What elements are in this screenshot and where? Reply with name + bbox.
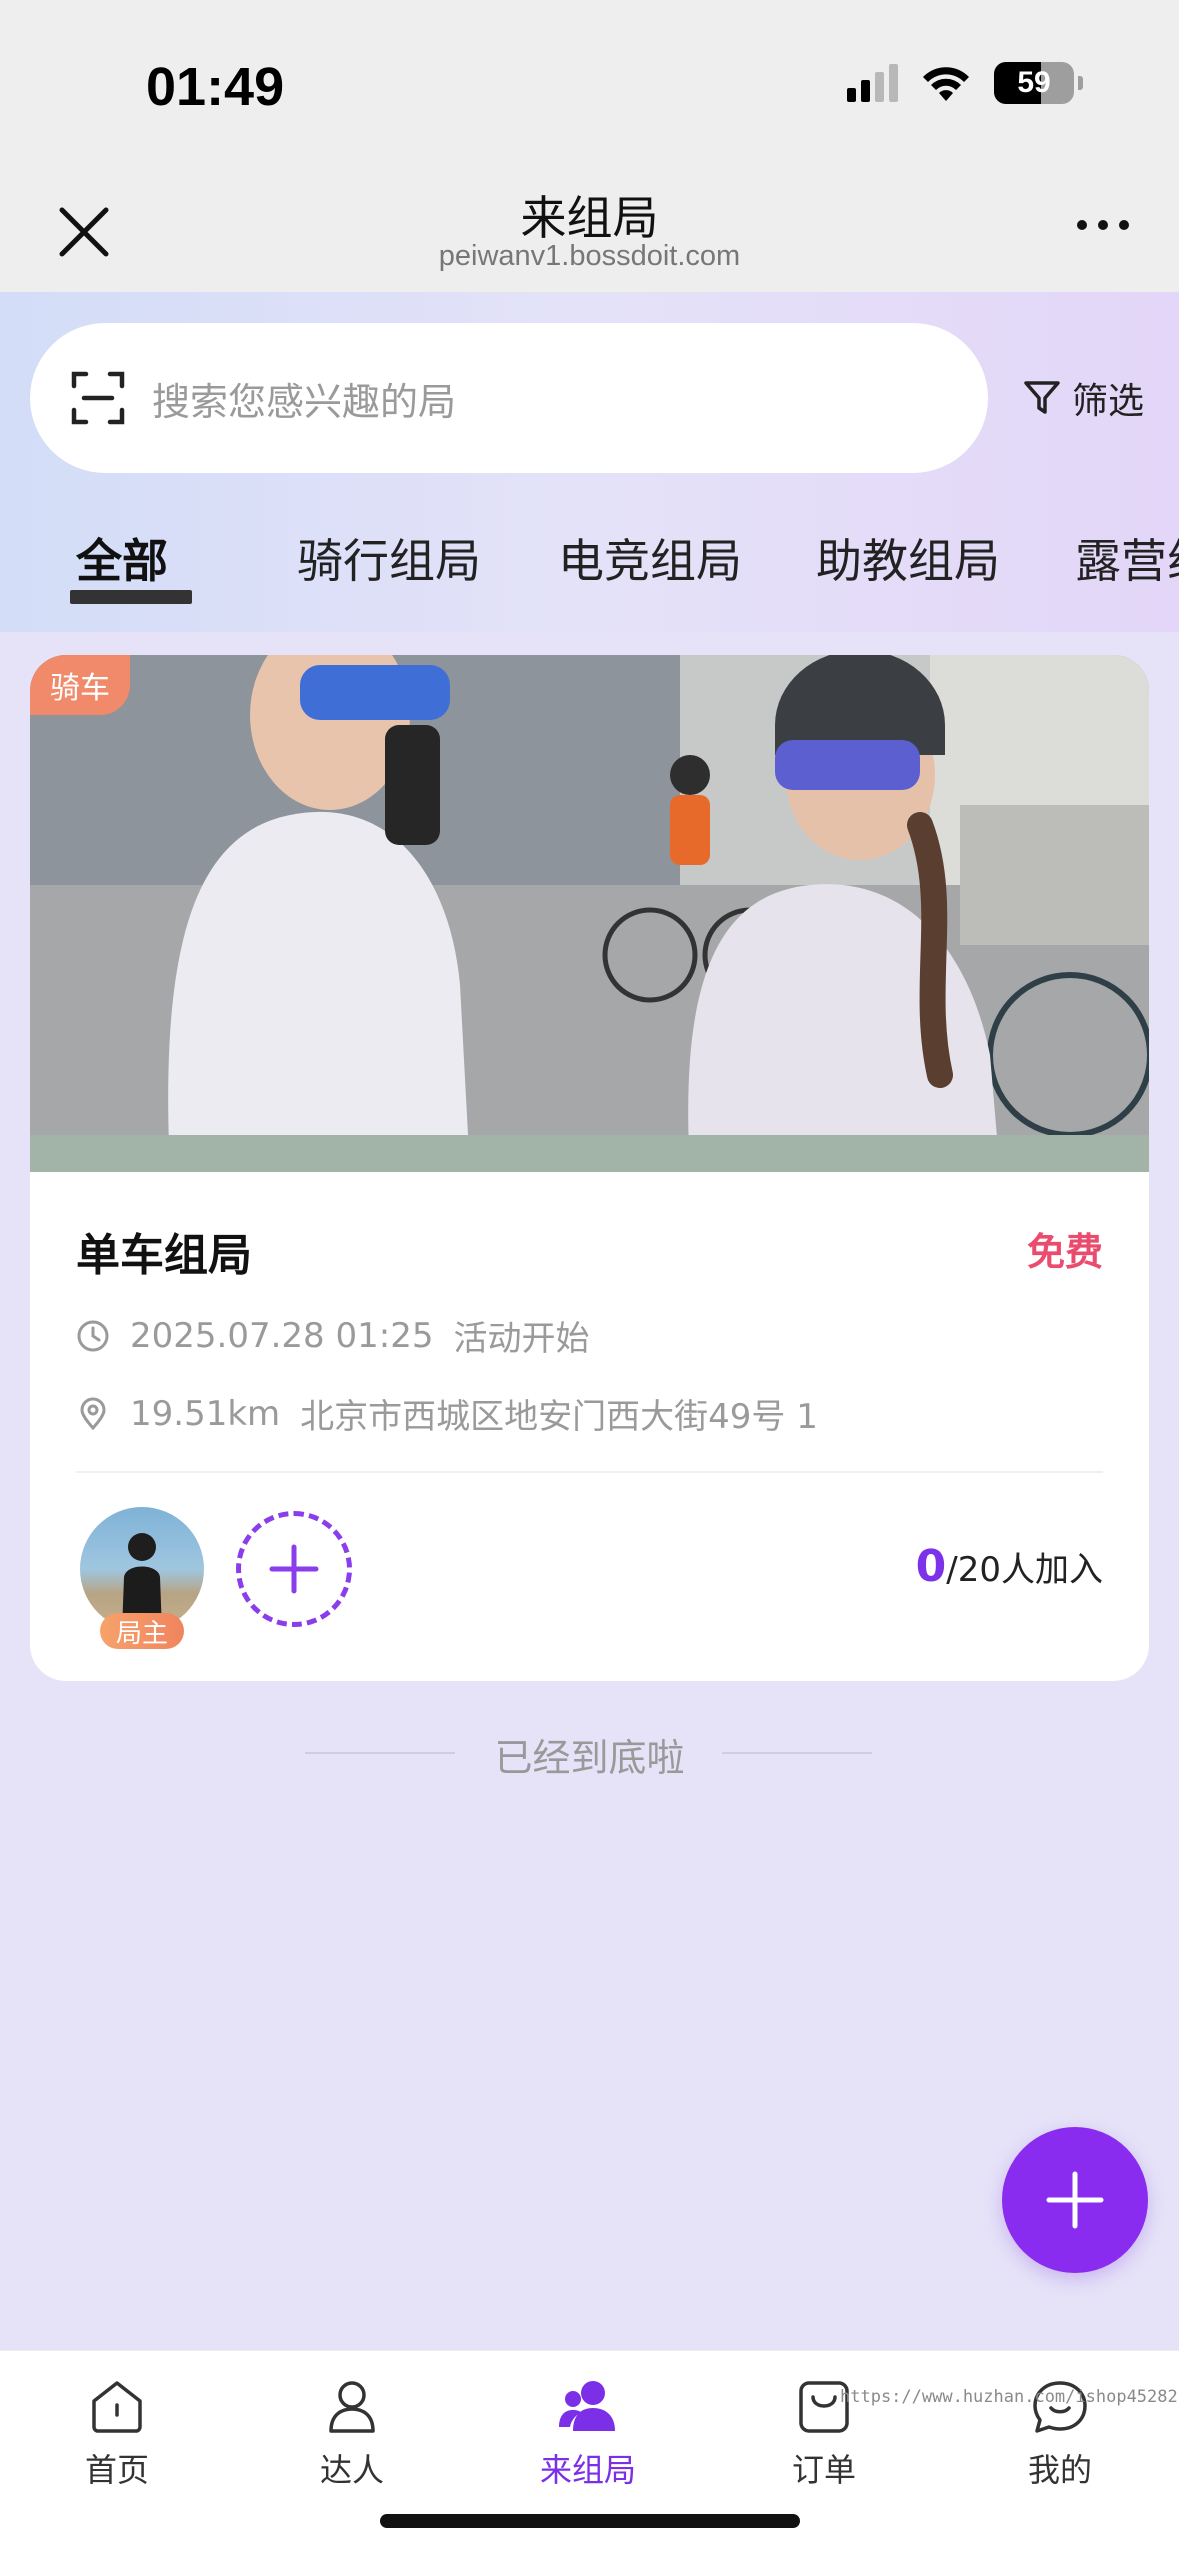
page-url: peiwanv1.bossdoit.com bbox=[438, 240, 741, 272]
joined-count: 0 bbox=[915, 1541, 947, 1592]
nav-label-experts: 达人 bbox=[319, 2451, 384, 2489]
join-button[interactable] bbox=[236, 1511, 352, 1627]
activity-time-suffix: 活动开始 bbox=[453, 1319, 590, 1359]
activity-address: 北京市西城区地安门西大街49号 1 bbox=[300, 1397, 818, 1437]
filter-icon bbox=[1024, 381, 1060, 414]
person-icon bbox=[329, 2381, 375, 2433]
create-activity-button[interactable] bbox=[1002, 2127, 1148, 2273]
activity-time: 2025.07.28 01:25 bbox=[130, 1315, 434, 1356]
plus-icon bbox=[1046, 2171, 1104, 2229]
activity-location-row: 19.51km 北京市西城区地安门西大街49号 1 bbox=[76, 1389, 818, 1438]
divider bbox=[76, 1471, 1103, 1473]
capacity-text: /20人加入 bbox=[946, 1550, 1103, 1590]
location-pin-icon bbox=[80, 1397, 106, 1430]
status-bar: 01:49 59 bbox=[0, 0, 1179, 170]
watermark: https://www.huzhan.com/ishop45282 bbox=[840, 2387, 1178, 2407]
status-time: 01:49 bbox=[146, 57, 285, 117]
tab-coaching[interactable]: 助教组局 bbox=[816, 525, 1000, 591]
nav-label-group: 来组局 bbox=[539, 2451, 636, 2489]
search-placeholder: 搜索您感兴趣的局 bbox=[152, 379, 457, 424]
activity-card[interactable]: 骑车 单车组局 免费 2025.07.28 01:25 活动开始 19.51km… bbox=[30, 655, 1149, 1681]
page-title: 来组局 bbox=[520, 191, 659, 245]
nav-item-home[interactable]: 首页 bbox=[37, 2375, 197, 2491]
nav-bar: 来组局 peiwanv1.bossdoit.com bbox=[0, 170, 1179, 292]
activity-title: 单车组局 bbox=[76, 1230, 252, 1281]
price-label: 免费 bbox=[1026, 1230, 1103, 1274]
group-icon bbox=[559, 2381, 615, 2431]
tab-camping[interactable]: 露营组局 bbox=[1075, 525, 1179, 591]
wifi-icon bbox=[923, 67, 969, 101]
search-input[interactable]: 搜索您感兴趣的局 bbox=[30, 323, 988, 473]
more-dot-icon bbox=[1077, 220, 1087, 230]
tab-esports[interactable]: 电竞组局 bbox=[558, 525, 742, 591]
more-dot-icon bbox=[1098, 220, 1108, 230]
clock-icon bbox=[77, 1320, 109, 1351]
home-icon bbox=[92, 2381, 142, 2433]
status-icons: 59 bbox=[847, 62, 1083, 104]
filter-label: 筛选 bbox=[1072, 381, 1145, 422]
home-indicator[interactable] bbox=[380, 2514, 800, 2528]
activity-photo: 骑车 bbox=[30, 655, 1149, 1172]
plus-icon bbox=[269, 1544, 319, 1594]
more-dot-icon bbox=[1119, 220, 1129, 230]
nav-label-home: 首页 bbox=[84, 2451, 149, 2489]
tab-cycling[interactable]: 骑行组局 bbox=[297, 525, 481, 591]
nav-label-orders: 订单 bbox=[791, 2451, 856, 2489]
scan-icon[interactable] bbox=[70, 370, 126, 426]
signal-icon bbox=[847, 64, 898, 102]
list-end-text: 已经到底啦 bbox=[494, 1736, 685, 1780]
nav-label-mine: 我的 bbox=[1027, 2451, 1092, 2489]
active-tab-indicator bbox=[70, 590, 192, 604]
battery-icon: 59 bbox=[994, 62, 1074, 104]
filter-button[interactable]: 筛选 bbox=[1022, 372, 1144, 424]
more-button[interactable] bbox=[1077, 220, 1129, 230]
host-badge: 局主 bbox=[100, 1613, 184, 1649]
category-tag: 骑车 bbox=[30, 655, 130, 715]
activity-time-row: 2025.07.28 01:25 活动开始 bbox=[76, 1311, 589, 1360]
activity-distance: 19.51km bbox=[130, 1393, 281, 1434]
battery-level: 59 bbox=[1017, 66, 1051, 99]
participant-count: 0 /20人加入 bbox=[916, 1541, 1103, 1592]
tab-all[interactable]: 全部 bbox=[76, 525, 168, 591]
nav-item-group[interactable]: 来组局 bbox=[508, 2375, 668, 2491]
nav-item-experts[interactable]: 达人 bbox=[272, 2375, 432, 2491]
